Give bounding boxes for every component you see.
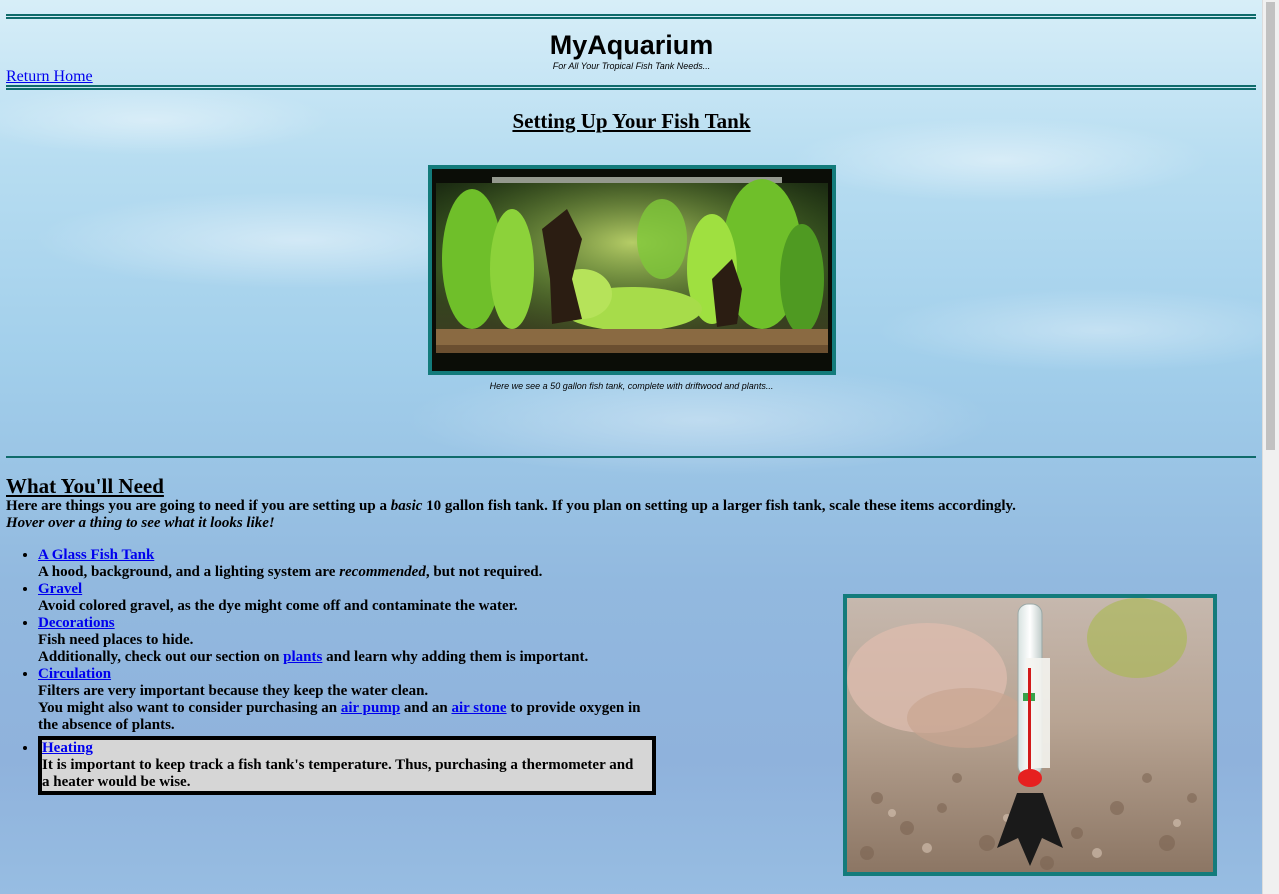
thermometer-image	[843, 594, 1217, 876]
circulation-link[interactable]: Circulation	[38, 666, 111, 682]
item-desc: You might also want to consider purchasi…	[38, 700, 341, 716]
item-desc: Fish need places to hide.	[38, 632, 194, 648]
gravel-link[interactable]: Gravel	[38, 581, 82, 597]
item-desc: and learn why adding them is important.	[322, 649, 589, 665]
item-desc: , but not required.	[425, 564, 543, 580]
air-pump-link[interactable]: air pump	[341, 700, 400, 716]
section-rule	[6, 456, 1256, 458]
site-title: MyAquarium	[549, 30, 714, 60]
needs-list: A Glass Fish Tank A hood, background, an…	[0, 547, 658, 795]
page-heading: Setting Up Your Fish Tank	[512, 109, 751, 133]
item-desc: Avoid colored gravel, as the dye might c…	[38, 598, 518, 614]
header-bottom-rule	[6, 85, 1256, 90]
intro-part-2: 10 gallon fish tank. If you plan on sett…	[422, 498, 1016, 514]
item-desc: Additionally, check out our section on	[38, 649, 284, 665]
list-item: Decorations Fish need places to hide. Ad…	[38, 615, 658, 666]
item-desc-emphasis: recommended	[339, 564, 426, 580]
air-stone-link[interactable]: air stone	[451, 700, 506, 716]
list-item: Gravel Avoid colored gravel, as the dye …	[38, 581, 658, 615]
intro-emphasis: basic	[390, 498, 423, 514]
header-top-rule	[6, 14, 1256, 19]
aquarium-illustration	[432, 169, 832, 371]
return-home-link[interactable]: Return Home	[6, 68, 93, 86]
hover-hint: Hover over a thing to see what it looks …	[6, 515, 275, 531]
what-youll-need-heading: What You'll Need	[6, 474, 164, 498]
site-tagline: For All Your Tropical Fish Tank Needs...	[552, 61, 711, 71]
item-desc: A hood, background, and a lighting syste…	[38, 564, 340, 580]
heating-link[interactable]: Heating	[42, 740, 93, 756]
list-item: Circulation Filters are very important b…	[38, 666, 658, 734]
heating-highlight-box[interactable]: Heating It is important to keep track a …	[38, 736, 656, 795]
intro-part-1: Here are things you are going to need if…	[6, 498, 391, 514]
fish-tank-image	[428, 165, 836, 375]
glass-fish-tank-link[interactable]: A Glass Fish Tank	[38, 547, 154, 563]
plants-link[interactable]: plants	[283, 649, 322, 665]
page: MyAquarium For All Your Tropical Fish Ta…	[0, 0, 1263, 894]
item-desc: Filters are very important because they …	[38, 683, 429, 699]
decorations-link[interactable]: Decorations	[38, 615, 115, 631]
tank-caption: Here we see a 50 gallon fish tank, compl…	[489, 381, 774, 391]
item-desc: It is important to keep track a fish tan…	[42, 757, 634, 790]
list-item: A Glass Fish Tank A hood, background, an…	[38, 547, 658, 581]
vertical-scrollbar[interactable]	[1262, 0, 1279, 894]
list-item: Heating It is important to keep track a …	[38, 736, 658, 795]
intro-text: Here are things you are going to need if…	[6, 498, 1246, 515]
item-desc: and an	[400, 700, 452, 716]
thermometer-illustration	[847, 598, 1213, 872]
scrollbar-thumb[interactable]	[1266, 2, 1275, 450]
